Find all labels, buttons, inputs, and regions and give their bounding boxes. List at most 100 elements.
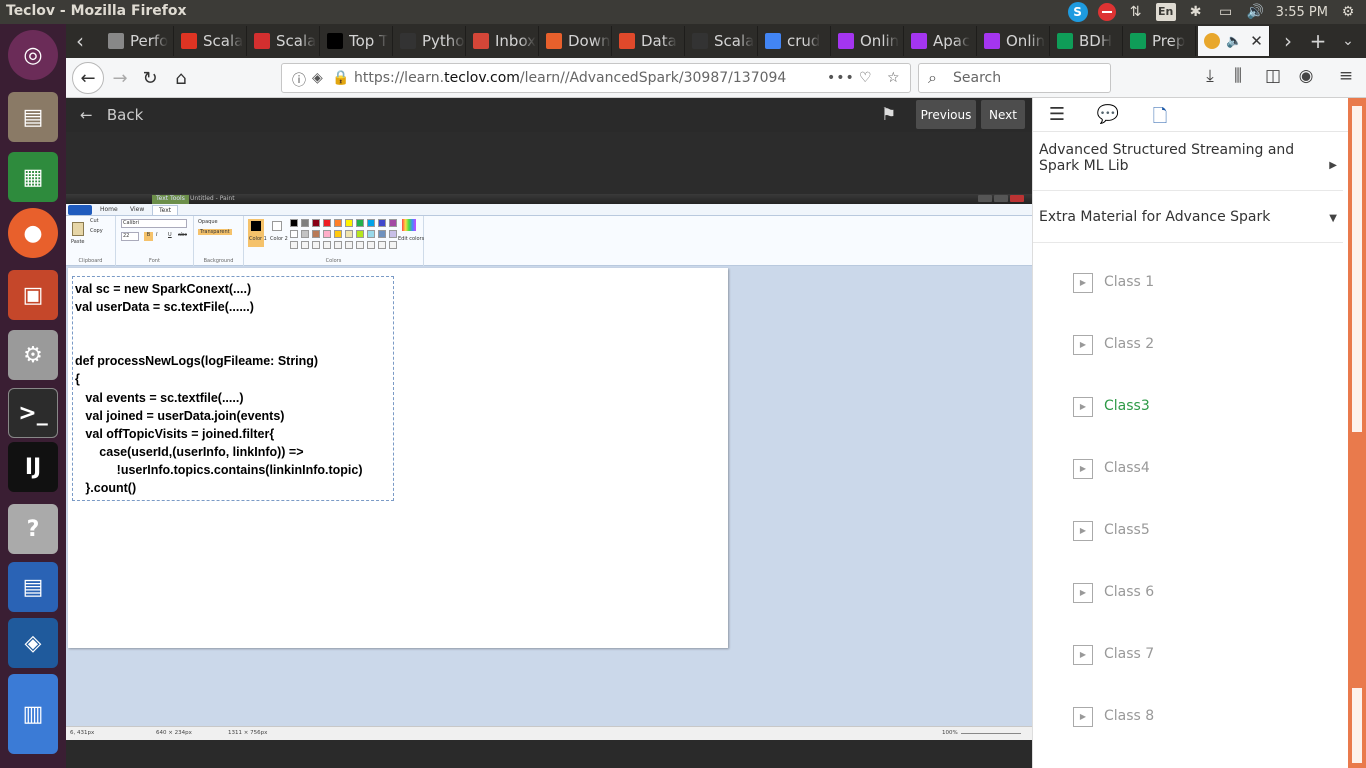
color-swatch-empty[interactable]	[356, 241, 364, 249]
lesson-item[interactable]: ▶ Class4	[1073, 457, 1333, 481]
tab-scroll-right-icon[interactable]: ›	[1274, 26, 1302, 56]
color-swatch-empty[interactable]	[334, 241, 342, 249]
stacked-apps-icon[interactable]: ▥	[8, 674, 58, 754]
lesson-item[interactable]: ▶ Class 1	[1073, 271, 1333, 295]
spreadsheet-icon[interactable]: ▦	[8, 152, 58, 202]
pocket-icon[interactable]: ♡	[859, 70, 872, 86]
color-swatch[interactable]	[378, 219, 386, 227]
close-icon[interactable]	[1010, 195, 1024, 202]
do-not-disturb-icon[interactable]	[1097, 3, 1116, 21]
tab-14[interactable]: Prep	[1124, 26, 1196, 56]
color-swatch[interactable]	[378, 230, 386, 238]
tab-active[interactable]: 🔈 ✕	[1198, 26, 1270, 56]
tab-10[interactable]: Onlin	[832, 26, 904, 56]
previous-button[interactable]: Previous	[916, 100, 976, 129]
flag-icon[interactable]: ⚑	[881, 105, 901, 125]
battery-icon[interactable]: ▭	[1216, 2, 1236, 22]
color-swatch-empty[interactable]	[367, 241, 375, 249]
tab-9[interactable]: crud	[759, 26, 831, 56]
keyboard-layout-indicator[interactable]: En	[1155, 3, 1176, 21]
section-extra-material[interactable]: Extra Material for Advance Spark ▼	[1033, 191, 1343, 243]
tab-2[interactable]: Scala	[248, 26, 320, 56]
files-icon[interactable]: ▤	[8, 92, 58, 142]
copy-button[interactable]: Copy	[90, 228, 103, 234]
lesson-item[interactable]: ▶ Class 8	[1073, 705, 1333, 729]
tab-3[interactable]: Top T	[321, 26, 393, 56]
downloads-icon[interactable]: ⤓	[1198, 66, 1222, 90]
comments-icon[interactable]: 💬	[1096, 104, 1120, 126]
bold-icon[interactable]: B	[144, 232, 153, 241]
back-link[interactable]: ← Back	[80, 106, 143, 124]
color-swatch-empty[interactable]	[323, 241, 331, 249]
color-swatch[interactable]	[389, 219, 397, 227]
bookmark-star-icon[interactable]: ☆	[887, 70, 900, 86]
color-swatch-empty[interactable]	[378, 241, 386, 249]
color-swatch[interactable]	[356, 219, 364, 227]
tab-scroll-left-icon[interactable]: ‹	[66, 26, 94, 56]
network-transfer-icon[interactable]: ⇅	[1126, 2, 1146, 22]
color-swatch-empty[interactable]	[312, 241, 320, 249]
color-swatch[interactable]	[323, 219, 331, 227]
sync-icon[interactable]: ◉	[1294, 66, 1318, 90]
lesson-item[interactable]: ▶ Class5	[1073, 519, 1333, 543]
paint-canvas[interactable]: val sc = new SparkConext(....) val userDa…	[68, 268, 728, 648]
settings-icon[interactable]: ⚙	[8, 330, 58, 380]
tab-1[interactable]: Scala	[175, 26, 247, 56]
clock[interactable]: 3:55 PM	[1276, 5, 1328, 20]
color-swatch[interactable]	[367, 230, 375, 238]
color-swatch[interactable]	[334, 230, 342, 238]
color-swatch[interactable]	[356, 230, 364, 238]
tab-5[interactable]: Inbox	[467, 26, 539, 56]
section-advanced-streaming[interactable]: Advanced Structured Streaming and Spark …	[1033, 132, 1343, 191]
lesson-item[interactable]: ▶ Class 2	[1073, 333, 1333, 357]
tab-12[interactable]: Onlin	[978, 26, 1050, 56]
color-swatch[interactable]	[312, 230, 320, 238]
paste-icon[interactable]	[72, 222, 84, 236]
tab-list-icon[interactable]: ⌄	[1334, 26, 1362, 56]
next-button[interactable]: Next	[981, 100, 1025, 129]
color-swatch[interactable]	[301, 219, 309, 227]
color-swatch[interactable]	[334, 219, 342, 227]
color-swatch-empty[interactable]	[290, 241, 298, 249]
strikethrough-icon[interactable]: abc	[178, 232, 187, 238]
maximize-icon[interactable]	[994, 195, 1008, 202]
skype-icon[interactable]: S	[1067, 2, 1088, 22]
italic-icon[interactable]: I	[156, 232, 157, 238]
reload-icon[interactable]: ↻	[136, 64, 164, 92]
gear-icon[interactable]: ⚙	[1338, 2, 1358, 22]
font-size-select[interactable]: 22	[121, 232, 139, 241]
color-swatch[interactable]	[323, 230, 331, 238]
tab-7[interactable]: Data	[613, 26, 685, 56]
tab-audio-icon[interactable]: 🔈	[1226, 34, 1242, 49]
cut-button[interactable]: Cut	[90, 218, 99, 224]
color-swatch[interactable]	[312, 219, 320, 227]
page-actions-icon[interactable]: •••	[827, 70, 855, 86]
color-swatch-empty[interactable]	[345, 241, 353, 249]
volume-icon[interactable]: 🔊	[1246, 2, 1266, 22]
help-icon[interactable]: ?	[8, 504, 58, 554]
paint-file-button[interactable]	[68, 205, 92, 215]
sidebar-scrollbar[interactable]	[1348, 98, 1366, 768]
paint-tab-text[interactable]: Text	[152, 205, 179, 215]
color2-swatch[interactable]	[272, 221, 282, 231]
lesson-item[interactable]: ▶ Class3	[1073, 395, 1333, 419]
tab-11[interactable]: Apac	[905, 26, 977, 56]
firefox-icon[interactable]: ●	[8, 208, 58, 258]
info-icon[interactable]: ⓘ	[292, 70, 306, 90]
tab-4[interactable]: Pytho	[394, 26, 466, 56]
opaque-option[interactable]: Opaque	[198, 219, 218, 225]
color-swatch[interactable]	[290, 230, 298, 238]
tab-13[interactable]: BDH	[1051, 26, 1123, 56]
scrollbar-thumb[interactable]	[1352, 106, 1362, 432]
tab-8[interactable]: Scala	[686, 26, 758, 56]
font-family-select[interactable]: Calibri	[121, 219, 187, 228]
search-input[interactable]: ⌕ Search	[918, 63, 1111, 93]
color-swatch-empty[interactable]	[389, 241, 397, 249]
lesson-item[interactable]: ▶ Class 6	[1073, 581, 1333, 605]
home-icon[interactable]: ⌂	[167, 64, 195, 92]
intellij-icon[interactable]: IJ	[8, 442, 58, 492]
color-swatch[interactable]	[345, 219, 353, 227]
underline-icon[interactable]: U	[168, 232, 172, 238]
lesson-item[interactable]: ▶ Class 7	[1073, 643, 1333, 667]
url-bar[interactable]: ⓘ ◈ 🔒 https://learn.teclov.com/learn//Ad…	[281, 63, 911, 93]
